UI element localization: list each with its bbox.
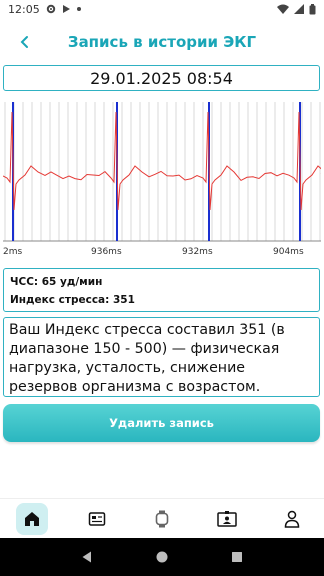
ecg-interval-label: 2ms [3, 247, 22, 257]
ecg-chart: 2ms 936ms 932ms 904ms [3, 98, 321, 260]
signal-icon [294, 4, 304, 14]
play-store-icon [62, 5, 70, 13]
bottom-nav [0, 498, 324, 538]
dot-icon [76, 7, 81, 11]
ecg-svg: 2ms 936ms 932ms 904ms [3, 102, 321, 257]
delete-record-button[interactable]: Удалить запись [3, 404, 320, 442]
back-triangle-icon[interactable] [80, 550, 94, 564]
ecg-interval-label: 904ms [273, 247, 304, 257]
chevron-left-icon [20, 36, 28, 48]
screen: 12:05 Запись в истории ЭКГ 29.01.2025 08… [0, 0, 324, 576]
watch-icon [155, 510, 169, 527]
ecg-interval-label: 932ms [182, 247, 213, 257]
stress-description: Ваш Индекс стресса составил 351 (в диапа… [3, 317, 320, 397]
back-button[interactable] [12, 30, 36, 54]
status-bar: 12:05 [0, 0, 324, 18]
stress-index-text: Индекс стресса: 351 [10, 294, 135, 306]
delete-record-label: Удалить запись [109, 416, 214, 430]
recents-square-icon[interactable] [230, 550, 244, 564]
header: Запись в истории ЭКГ [0, 22, 324, 62]
home-icon [25, 511, 40, 526]
heart-rate-text: ЧСС: 65 уд/мин [10, 276, 103, 288]
page-title: Запись в истории ЭКГ [67, 33, 257, 51]
nav-profile-card[interactable] [211, 503, 243, 535]
ecg-interval-label: 936ms [91, 247, 122, 257]
ecg-interval-labels: 2ms 936ms 932ms 904ms [3, 247, 304, 257]
gear-icon [46, 4, 55, 14]
record-datetime: 29.01.2025 08:54 [3, 65, 320, 91]
profile-icon [284, 510, 299, 528]
nav-home[interactable] [16, 502, 49, 535]
id-card-icon [217, 510, 237, 527]
wifi-icon [277, 4, 289, 14]
status-time: 12:05 [8, 2, 40, 16]
system-nav-bar [0, 538, 324, 576]
nav-device[interactable] [146, 503, 178, 535]
news-icon [88, 511, 106, 526]
ecg-signal-line [3, 111, 321, 211]
nav-news[interactable] [81, 503, 113, 535]
stats-box: ЧСС: 65 уд/мин Индекс стресса: 351 [3, 268, 320, 312]
nav-account[interactable] [276, 503, 308, 535]
home-circle-icon[interactable] [155, 550, 169, 564]
battery-icon [309, 3, 316, 14]
